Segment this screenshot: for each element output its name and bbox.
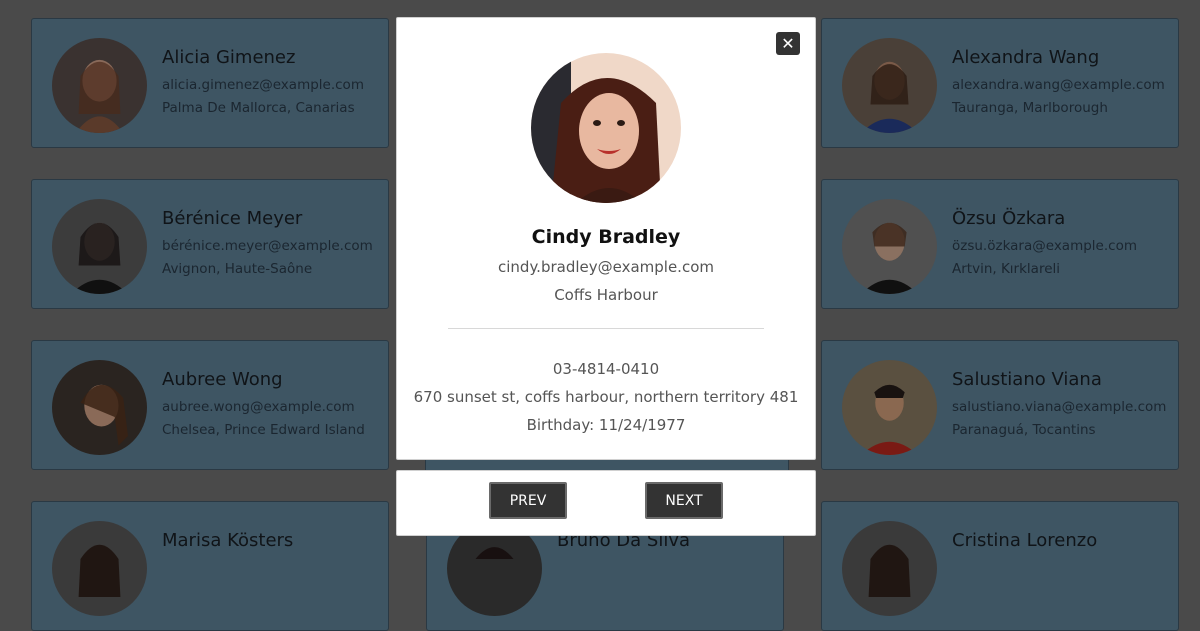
employee-name: Cristina Lorenzo (952, 530, 1098, 551)
avatar (842, 521, 937, 616)
avatar (52, 521, 147, 616)
employee-email: aubree.wong@example.com (162, 399, 355, 415)
next-button[interactable]: NEXT (645, 482, 723, 519)
modal-city: Coffs Harbour (554, 286, 658, 304)
modal-avatar (531, 53, 681, 203)
employee-card[interactable]: Cristina Lorenzo (821, 501, 1179, 631)
employee-email: salustiano.viana@example.com (952, 399, 1167, 415)
modal-nav: PREV NEXT (396, 470, 816, 536)
employee-location: Tauranga, Marlborough (952, 100, 1108, 116)
avatar (842, 199, 937, 294)
employee-card[interactable]: Alexandra Wang alexandra.wang@example.co… (821, 18, 1179, 148)
employee-name: Salustiano Viana (952, 369, 1102, 390)
employee-name: Marisa Kösters (162, 530, 294, 551)
employee-card[interactable]: Özsu Özkara özsu.özkara@example.com Artv… (821, 179, 1179, 309)
employee-card[interactable]: Salustiano Viana salustiano.viana@exampl… (821, 340, 1179, 470)
employee-email: alicia.gimenez@example.com (162, 77, 364, 93)
employee-card[interactable]: Alicia Gimenez alicia.gimenez@example.co… (31, 18, 389, 148)
divider (448, 328, 764, 329)
employee-email: özsu.özkara@example.com (952, 238, 1137, 254)
employee-location: Paranaguá, Tocantins (952, 422, 1096, 438)
avatar (52, 38, 147, 133)
employee-email: alexandra.wang@example.com (952, 77, 1165, 93)
avatar (842, 360, 937, 455)
avatar (842, 38, 937, 133)
employee-card[interactable]: Marisa Kösters (31, 501, 389, 631)
employee-modal: ✕ Cindy Bradley cindy.bradley@example.co… (396, 17, 816, 460)
employee-location: Avignon, Haute-Saône (162, 261, 313, 277)
modal-name: Cindy Bradley (531, 226, 681, 248)
avatar (52, 360, 147, 455)
employee-email: bérénice.meyer@example.com (162, 238, 373, 254)
modal-birthday: Birthday: 11/24/1977 (526, 416, 686, 434)
employee-location: Palma De Mallorca, Canarias (162, 100, 355, 116)
close-button[interactable]: ✕ (776, 32, 800, 55)
employee-name: Alexandra Wang (952, 47, 1100, 68)
employee-card[interactable]: Aubree Wong aubree.wong@example.com Chel… (31, 340, 389, 470)
employee-name: Alicia Gimenez (162, 47, 296, 68)
employee-location: Artvin, Kırklareli (952, 261, 1061, 277)
prev-button[interactable]: PREV (489, 482, 567, 519)
close-icon: ✕ (781, 34, 795, 53)
modal-address: 670 sunset st, coffs harbour, northern t… (413, 388, 799, 406)
employee-name: Aubree Wong (162, 369, 283, 390)
modal-phone: 03-4814-0410 (552, 360, 660, 378)
avatar (52, 199, 147, 294)
employee-card[interactable]: Bérénice Meyer bérénice.meyer@example.co… (31, 179, 389, 309)
modal-email: cindy.bradley@example.com (498, 258, 714, 276)
employee-name: Bérénice Meyer (162, 208, 303, 229)
employee-location: Chelsea, Prince Edward Island (162, 422, 365, 438)
employee-name: Özsu Özkara (952, 208, 1066, 229)
